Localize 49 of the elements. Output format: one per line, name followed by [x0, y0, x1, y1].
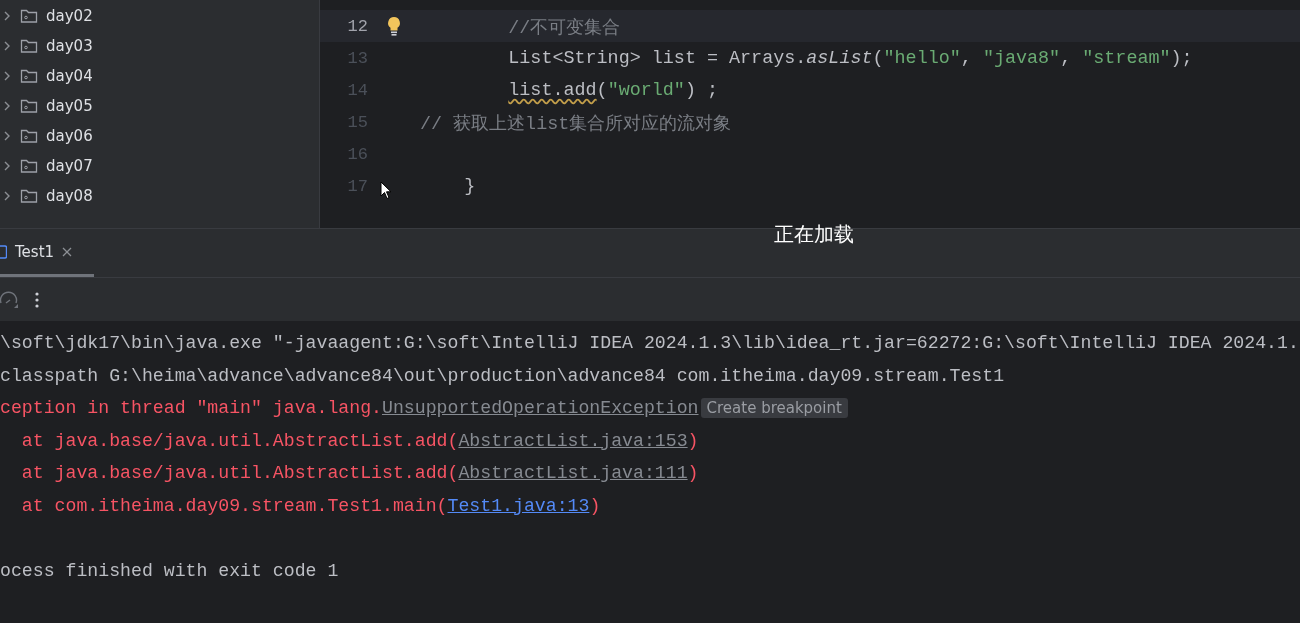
stack-trace-link[interactable]: UnsupportedOperationException	[382, 398, 699, 419]
console-text: at java.base/java.util.AbstractList.add(	[20, 430, 459, 451]
code-line: // 获取上述list集合所对应的流对象	[420, 112, 732, 135]
console-text: at com.itheima.day09.stream.Test1.main(	[20, 495, 448, 516]
chevron-icon[interactable]	[2, 10, 12, 22]
chevron-icon[interactable]	[2, 130, 12, 142]
folder-name[interactable]: day04	[46, 67, 93, 85]
gauge-icon[interactable]	[0, 290, 19, 309]
chevron-icon[interactable]	[2, 190, 12, 202]
console-text: \soft\jdk17\bin\java.exe "-javaagent:G:\soft\IntelliJ IDEA 2024.1.3\lib\idea_rt.jar=62272:G:\soft\IntelliJ IDEA 2024.1.	[0, 333, 1299, 354]
folder-name[interactable]: day05	[46, 97, 93, 115]
console-text: )	[687, 430, 699, 451]
console-text: ception in thread "main" java.lang.	[0, 398, 382, 419]
console-text: ocess finished with exit code 1	[0, 560, 339, 581]
chevron-icon[interactable]	[2, 70, 12, 82]
console-text: classpath G:\heima\advance\advance84\out\production\advance84 com.itheima.day09.stream.Test1	[0, 365, 1005, 386]
loading-text: 正在加载	[774, 221, 854, 248]
folder-icon	[20, 8, 38, 24]
console-text: )	[687, 463, 699, 484]
folder-icon	[20, 68, 38, 84]
folder-icon	[20, 98, 38, 114]
folder-icon	[20, 38, 38, 54]
console-text: at java.base/java.util.AbstractList.add(	[20, 463, 459, 484]
code-line: }	[463, 175, 476, 197]
console-icon	[0, 244, 7, 259]
folder-name[interactable]: day06	[46, 127, 93, 145]
folder-icon	[20, 128, 38, 144]
close-icon[interactable]	[62, 246, 73, 257]
line-number: 12	[346, 16, 368, 36]
create-breakpoint-hint[interactable]: Create breakpoint	[700, 398, 848, 419]
more-options-icon[interactable]	[35, 291, 39, 308]
code-line: list.add("world") ;	[507, 79, 718, 101]
mouse-pointer-icon	[380, 181, 392, 200]
folder-name[interactable]: day03	[46, 37, 93, 55]
stack-trace-link[interactable]: AbstractList.java:111	[458, 463, 688, 484]
code-line: //不可变集合	[507, 16, 621, 39]
chevron-icon[interactable]	[2, 40, 12, 52]
folder-icon	[20, 158, 38, 174]
folder-icon	[20, 188, 38, 204]
folder-name[interactable]: day02	[46, 7, 93, 25]
lightbulb-icon[interactable]	[387, 16, 401, 36]
console-text: )	[589, 495, 601, 516]
stack-trace-link[interactable]: Test1.java:13	[447, 495, 590, 516]
stack-trace-link[interactable]: AbstractList.java:153	[458, 430, 688, 451]
chevron-icon[interactable]	[2, 100, 12, 112]
folder-name[interactable]: day08	[46, 187, 93, 205]
code-line: List<String> list = Arrays.asList("hello", "java8", "stream");	[507, 47, 1193, 69]
folder-name[interactable]: day07	[46, 157, 93, 175]
chevron-icon[interactable]	[2, 160, 12, 172]
